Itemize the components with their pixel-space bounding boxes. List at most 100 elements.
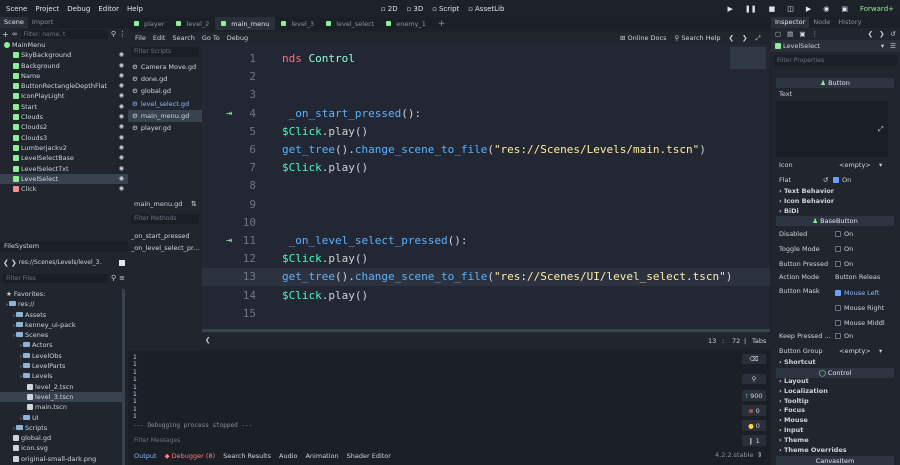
filesystem-item[interactable]: › Actors [0,340,122,350]
code-line[interactable]: 10 [202,214,770,232]
code-line[interactable]: 12 $Click.play() [202,250,770,268]
filter-warnings-button[interactable]: ● 0 [742,420,766,431]
visibility-icon[interactable]: ◉ [119,50,124,60]
menu-debug[interactable]: Debug [63,5,94,13]
tab-node[interactable]: Node [809,17,834,28]
code-line[interactable]: 2 [202,68,770,86]
filesystem-path[interactable]: res://Scenes/Levels/level_3. [19,259,117,266]
code-line[interactable]: 14 $Click.play() [202,287,770,305]
extra-options-icon[interactable]: ⋮ [811,30,818,38]
section-canvasitem[interactable]: CanvasItem [776,456,894,465]
icon-value[interactable]: <empty> [839,160,871,171]
properties-icon[interactable]: ☰ [890,42,896,50]
renderer-select[interactable]: Forward+ [860,5,894,13]
load-resource-icon[interactable]: ▤ [787,30,793,38]
visibility-icon[interactable]: ◉ [119,143,124,153]
add-node-icon[interactable]: + [2,30,9,39]
code-line[interactable]: 7 $Click.play() [202,159,770,177]
code-line[interactable]: 6 get_tree().change_scene_to_file("res://… [202,141,770,159]
save-resource-icon[interactable]: ▣ [799,30,805,38]
filter-info-button[interactable]: ❙ 1 [742,435,766,446]
visibility-icon[interactable]: ◉ [119,184,124,194]
property-checkbox[interactable]: On [835,227,853,242]
filter-errors-button[interactable]: ⊗ 0 [742,405,766,416]
visibility-icon[interactable]: ◉ [119,102,124,112]
tab-history[interactable]: History [834,17,865,28]
scene-tab[interactable]: level_2 [170,17,215,30]
scene-node[interactable]: Click ◉ [0,184,128,194]
script-menu-file[interactable]: File [135,34,146,42]
script-file[interactable]: ⚙ main_menu.gd [128,109,202,122]
filter-messages-input[interactable]: Filter Messages [128,435,736,446]
code-line[interactable]: 13 get_tree().change_scene_to_file("res:/… [202,268,770,287]
prev-script-icon[interactable]: ❮ [729,34,734,42]
filesystem-item[interactable]: › LevelObs [0,351,122,361]
flat-checkbox[interactable]: On [833,175,851,186]
prev-object-icon[interactable]: ❮ [868,30,873,38]
method-item[interactable]: _on_start_pressed [131,230,201,242]
property-group[interactable]: › BiDi [771,206,900,216]
property-checkbox[interactable]: On [835,257,853,272]
filesystem-item[interactable]: level_3.tscn [0,391,122,403]
sort-icon[interactable]: ≡ [119,274,125,282]
keep-pressed-checkbox[interactable]: On [835,331,853,342]
filesystem-item[interactable]: global.gd [0,433,122,443]
script-file[interactable]: ⚙ done.gd [128,73,202,85]
control-group[interactable]: › Layout [771,377,900,387]
toggle-scripts-icon[interactable]: ❮ [205,336,210,344]
history-icon[interactable]: ↺ [891,30,900,38]
filesystem-item[interactable]: › Scenes [0,330,122,340]
bottom-tab-debugger-8[interactable]: ◆ Debugger (8) [165,452,216,460]
visibility-icon[interactable]: ◉ [119,164,124,174]
button-group-value[interactable]: <empty> [839,346,871,357]
visibility-icon[interactable]: ◉ [119,153,124,163]
next-script-icon[interactable]: ❯ [742,34,747,42]
play-icon[interactable]: ▶ [727,5,732,13]
filesystem-item[interactable]: level_2.tscn [0,382,122,392]
filesystem-item[interactable]: › UI [0,413,122,423]
filesystem-item[interactable]: › res:// [0,299,122,309]
code-line[interactable]: 9 [202,196,770,214]
next-object-icon[interactable]: ❯ [879,30,884,38]
script-filter-input[interactable]: Filter Scripts [131,47,199,57]
property-filter-input[interactable]: Filter Properties [774,55,897,66]
filter-all-button[interactable]: ! 900 [742,390,766,401]
bottom-tab-search-results[interactable]: Search Results [223,452,271,460]
section-basebutton[interactable]: ♟ BaseButton [776,216,894,226]
property-checkbox[interactable]: On [835,242,853,257]
horizontal-scrollbar[interactable] [202,329,770,332]
pause-icon[interactable]: ❚❚ [745,5,757,13]
tab-import[interactable]: Import [28,17,58,28]
visibility-icon[interactable]: ◉ [119,61,124,71]
scene-node[interactable]: Lumberjackv2 ◉ [0,143,128,153]
dropdown-icon[interactable]: ▾ [879,346,882,357]
filesystem-item[interactable]: original-small-dark.png [0,454,122,464]
menu-help[interactable]: Help [123,5,147,13]
remote-debug-icon[interactable]: ◫ [787,5,794,13]
scene-node[interactable]: LevelSelectTxt ◉ [0,164,128,174]
filesystem-item[interactable]: › kenney_ui-pack [0,320,122,330]
scene-tab[interactable]: enemy_1 [380,17,432,30]
movie-icon[interactable]: ▣ [841,5,848,13]
text-property-field[interactable] [776,101,888,157]
filesystem-item[interactable]: › LevelParts [0,361,122,371]
link-icon[interactable]: ∞ [12,30,18,38]
filesystem-item[interactable]: › Assets [0,310,122,320]
filesystem-item[interactable]: › Scripts [0,423,122,433]
control-group[interactable]: › Input [771,426,900,436]
scene-node[interactable]: ButtonRectangleDepthFlat ◉ [0,81,128,91]
scene-node[interactable]: IconPlayLight ◉ [0,91,128,101]
visibility-icon[interactable]: ◉ [119,81,124,91]
filesystem-scrollbar[interactable] [122,289,125,465]
property-group[interactable]: › Text Behavior [771,186,900,196]
split-icon[interactable] [119,259,125,266]
control-group[interactable]: › Mouse [771,416,900,426]
mask-option[interactable]: Mouse Right [771,301,900,316]
bottom-tab-output[interactable]: Output [134,452,157,460]
visibility-icon[interactable]: ◉ [119,71,124,81]
script-file[interactable]: ⚙ global.gd [128,85,202,97]
scene-node[interactable]: LevelSelectBase ◉ [0,153,128,163]
play-scene-icon[interactable]: ▶ [806,5,811,13]
menu-scene[interactable]: Scene [2,5,31,13]
code-line[interactable]: 8 [202,177,770,195]
